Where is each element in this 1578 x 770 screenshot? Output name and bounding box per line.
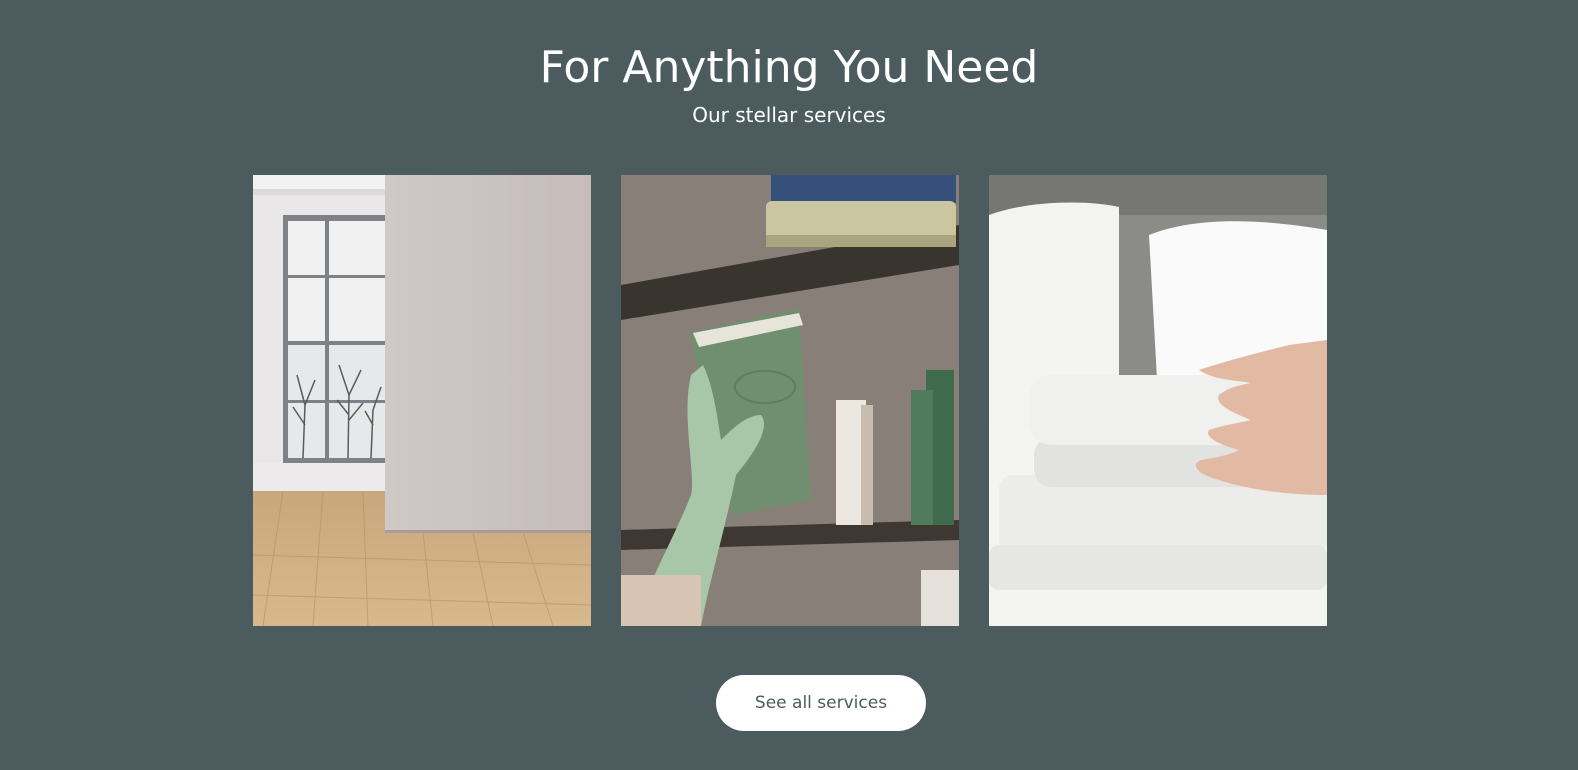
- service-card-towels[interactable]: [989, 175, 1327, 626]
- bookshelf-image: [621, 175, 959, 626]
- service-card-bookshelf[interactable]: [621, 175, 959, 626]
- empty-room-image: [253, 175, 591, 626]
- folded-towels-image: [989, 175, 1327, 626]
- service-card-empty-room[interactable]: [253, 175, 591, 626]
- see-all-services-button[interactable]: See all services: [716, 675, 926, 731]
- services-section: For Anything You Need Our stellar servic…: [0, 0, 1578, 770]
- section-title: For Anything You Need: [539, 42, 1039, 93]
- section-subtitle: Our stellar services: [692, 103, 886, 127]
